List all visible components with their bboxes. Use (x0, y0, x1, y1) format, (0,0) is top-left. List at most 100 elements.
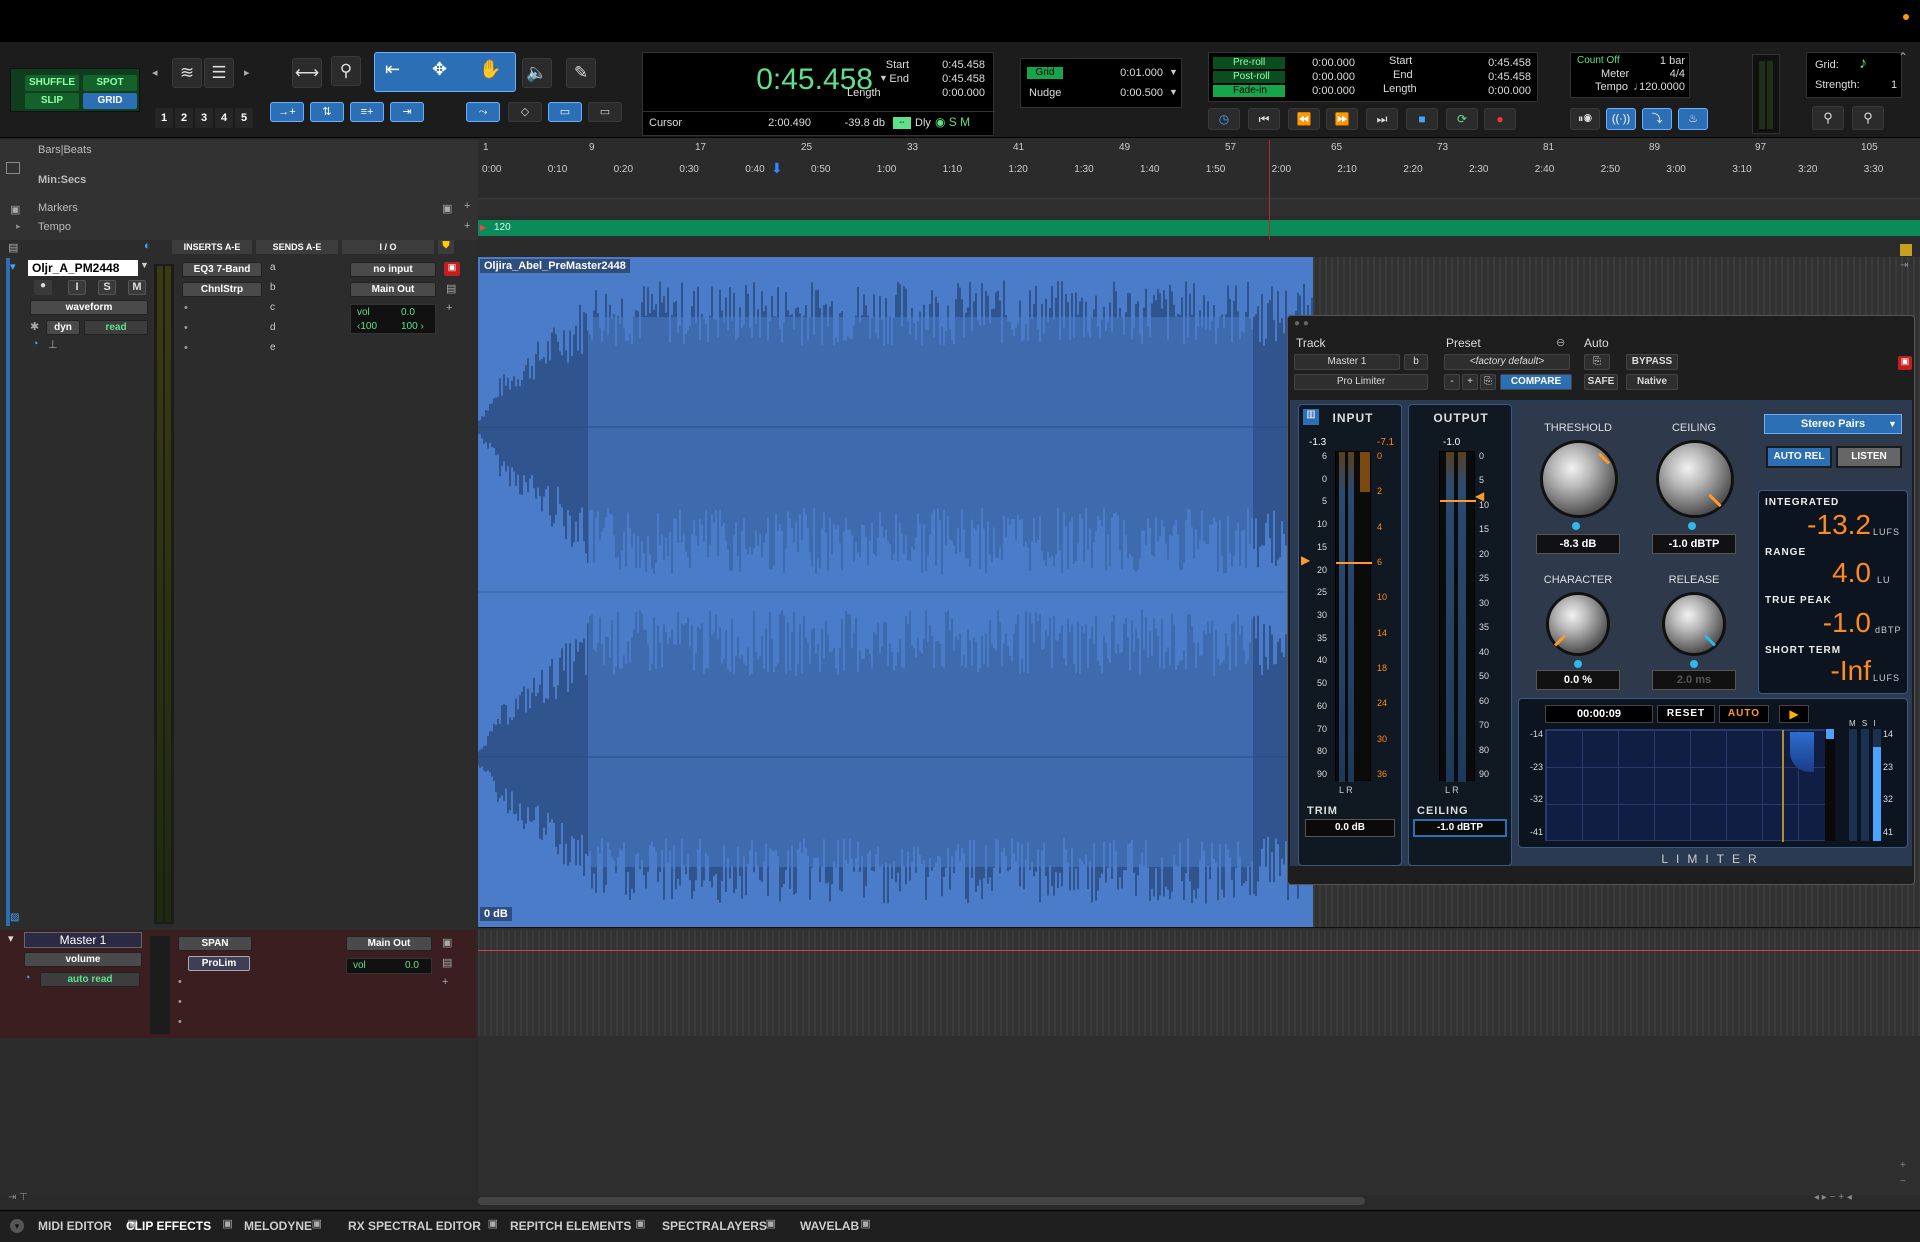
master-timebase-icon[interactable]: ◔ (24, 972, 31, 984)
tempo-ruler[interactable]: ▸ 120 (478, 220, 1920, 236)
track-height-icon[interactable]: ⊥ (48, 338, 58, 351)
fadein-label[interactable]: Fade-in (1213, 85, 1285, 97)
collapse-chevron-icon[interactable]: ⌃ (1898, 50, 1908, 64)
bottom-tab[interactable]: WAVELAB (800, 1219, 859, 1233)
rewind-icon[interactable]: ⏪ (1288, 108, 1320, 130)
transport-length-value[interactable]: 0:00.000 (1449, 85, 1531, 97)
tempo-map-icon[interactable]: ♨ (1678, 108, 1708, 130)
tab-detach-icon[interactable]: ▣ (312, 1217, 322, 1230)
master-automation-mode[interactable]: auto read (40, 972, 140, 987)
zoom-preset-1[interactable]: 1 (155, 108, 173, 128)
grid-toggle[interactable]: Grid (1027, 67, 1063, 79)
countoff-label[interactable]: Count Off (1577, 55, 1620, 66)
send-a[interactable]: a (270, 262, 276, 273)
tempo-marker-icon[interactable]: ▸ (480, 220, 486, 234)
smart-tool-group[interactable]: ⇤ ✥ ✋ (374, 52, 516, 92)
insert-d-empty[interactable]: • (184, 322, 188, 334)
ceiling-handle-icon[interactable]: ◀ (1475, 489, 1484, 503)
send-d[interactable]: d (270, 322, 276, 333)
master-insert-d-empty[interactable]: • (178, 996, 182, 1008)
safe-button[interactable]: SAFE (1584, 374, 1618, 390)
threshold-value[interactable]: -8.3 dB (1536, 534, 1620, 554)
bottom-tab[interactable]: RX SPECTRAL EDITOR (348, 1219, 481, 1233)
release-knob[interactable] (1662, 592, 1726, 656)
ceiling-knob[interactable] (1656, 440, 1734, 518)
hand-tool-icon[interactable]: ✋ (479, 59, 501, 80)
pencil-tool-icon[interactable]: ✎ (566, 58, 596, 88)
history-play-icon[interactable]: ▶ (1779, 705, 1809, 723)
input-monitor-button[interactable]: I (68, 280, 86, 295)
track-menu-icon[interactable]: ▤ (8, 241, 18, 254)
zoom-icon[interactable]: ⚲ (1812, 106, 1844, 130)
transport-end-value[interactable]: 0:45.458 (1449, 71, 1531, 83)
character-knob[interactable] (1546, 592, 1610, 656)
selector-tool-icon[interactable]: ⇤ (385, 59, 400, 80)
insert-b[interactable]: ChnlStrp (182, 282, 262, 297)
listen-button[interactable]: LISTEN (1836, 446, 1902, 468)
master-name[interactable]: Master 1 (24, 932, 142, 948)
clip-gain[interactable]: 0 dB (480, 907, 512, 921)
audio-clip[interactable]: Oljira_Abel_PreMaster2448 0 dB (478, 257, 1313, 927)
plugin-track-selector[interactable]: Master 1 (1294, 354, 1400, 370)
fadein-value[interactable]: 0:00.000 (1285, 85, 1355, 97)
record-icon[interactable]: ● (1484, 108, 1516, 130)
waveform-zoom-icon[interactable]: ≋ (172, 58, 202, 88)
bottom-tab[interactable]: REPITCH ELEMENTS (510, 1219, 631, 1233)
trim-tool-icon[interactable]: ⚲ (331, 56, 361, 86)
tempo-value[interactable]: 120.0000 (1631, 81, 1685, 93)
automation-follows-icon[interactable]: ⤳ (466, 102, 500, 122)
zoom-out-icon-2[interactable]: ⚲ (1852, 106, 1884, 130)
track-scroll-icon[interactable]: ⇥ (1900, 260, 1908, 271)
input-selector[interactable]: no input (350, 262, 436, 277)
vertical-zoom-minus-icon[interactable]: − (1900, 1176, 1906, 1187)
master-plugin-window-icon[interactable]: ▣ (442, 936, 452, 949)
master-view-selector[interactable]: volume (24, 952, 142, 967)
preroll-label[interactable]: Pre-roll (1213, 57, 1285, 69)
master-collapse-icon[interactable]: ▾ (8, 932, 14, 945)
send-e[interactable]: e (270, 342, 276, 353)
postroll-label[interactable]: Post-roll (1213, 71, 1285, 83)
time-ruler[interactable]: 0:00 0:10 0:20 0:30 0:40 0:50 1:00 1:10 1:20 1:30… (478, 164, 1920, 178)
slip-button[interactable]: SLIP (25, 93, 79, 109)
timebase-icon[interactable]: ◔ (32, 338, 39, 350)
tab-detach-icon[interactable]: ▣ (488, 1217, 498, 1230)
grid-dropdown-icon[interactable]: ▼ (1169, 67, 1178, 77)
nudge-value[interactable]: 0:00.500 (1091, 87, 1163, 99)
bars-ruler[interactable]: 1 9 17 25 33 41 49 57 65 73 81 89 97 105 (478, 142, 1920, 156)
bottom-tab[interactable]: SPECTRALAYERS (662, 1219, 767, 1233)
sample-icon[interactable]: ⇔ (893, 117, 911, 129)
timeline[interactable]: 1 9 17 25 33 41 49 57 65 73 81 89 97 105 0:00 0:10 0:20… (478, 140, 1920, 240)
meter-mode-icon[interactable]: ▥ (1303, 409, 1319, 425)
zoom-in-icon[interactable]: ▸ (244, 66, 250, 79)
plugin-selector[interactable]: Pro Limiter (1294, 374, 1428, 390)
mirror-icon[interactable]: ◇ (508, 102, 542, 122)
pan-right[interactable]: 100 › (401, 321, 424, 332)
tab-detach-icon[interactable]: ▣ (860, 1217, 870, 1230)
insert-c-empty[interactable]: • (184, 302, 188, 314)
tempo-expand-icon[interactable]: ▸ (16, 221, 21, 232)
markers-ruler[interactable] (478, 198, 1920, 216)
bottom-tab[interactable]: MIDI EDITOR (38, 1219, 112, 1233)
insert-e-empty[interactable]: • (184, 342, 188, 354)
auto-release-button[interactable]: AUTO REL (1766, 446, 1832, 468)
master-comments-icon[interactable]: ▤ (442, 956, 452, 969)
automation-icon[interactable]: ⎘ (1584, 354, 1610, 370)
tab-detach-icon[interactable]: ▣ (635, 1217, 645, 1230)
strength-value[interactable]: 1 (1891, 79, 1897, 91)
horizontal-scrollbar[interactable] (478, 1197, 1365, 1205)
fast-forward-icon[interactable]: ⏩ (1326, 108, 1358, 130)
bottom-tab[interactable]: MELODYNE (244, 1219, 312, 1233)
track-view-selector[interactable]: waveform (30, 300, 148, 315)
loop-play-icon[interactable]: ⟳ (1446, 108, 1478, 130)
trim-value[interactable]: 0.0 dB (1305, 819, 1395, 837)
mode-dropdown-icon[interactable]: ▼ (1888, 414, 1897, 434)
zoom-preset-5[interactable]: 5 (235, 108, 253, 128)
transport-start-value[interactable]: 0:45.458 (1449, 57, 1531, 69)
end-value[interactable]: 0:45.458 (913, 73, 985, 85)
preset-selector[interactable]: <factory default> (1444, 354, 1570, 370)
bottom-tab[interactable]: CLIP EFFECTS (126, 1219, 211, 1233)
zoom-out-icon[interactable]: ◂ (152, 66, 158, 79)
delay-label[interactable]: Dly (915, 117, 931, 129)
track-view-icon[interactable]: ◐ (144, 240, 151, 252)
link-timeline-icon[interactable]: ⇅ (310, 102, 344, 122)
